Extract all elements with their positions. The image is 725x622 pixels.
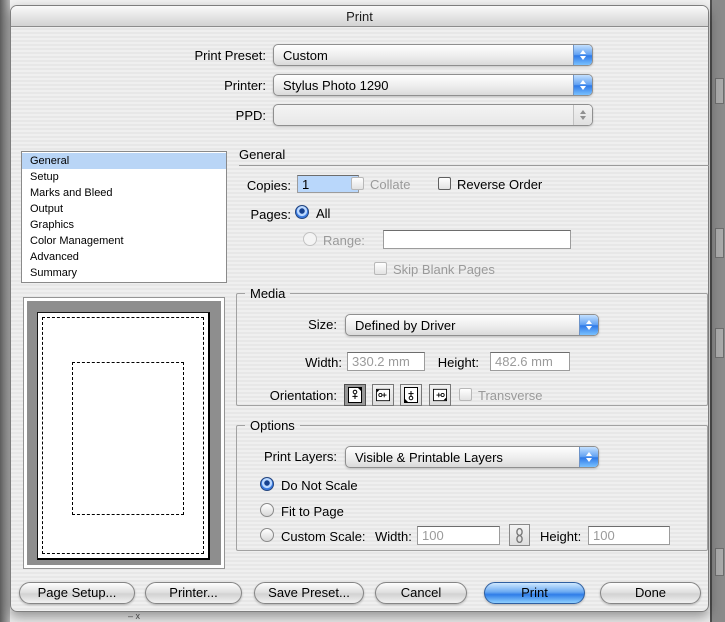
preview-pasteboard — [27, 301, 221, 565]
popup-arrows-icon — [573, 45, 592, 65]
printer-value: Stylus Photo 1290 — [283, 78, 389, 93]
size-popup[interactable]: Defined by Driver — [345, 314, 599, 336]
pages-range-label: Range: — [323, 233, 365, 248]
background-window-left-edge — [0, 0, 10, 622]
custom-scale-radio[interactable] — [260, 528, 274, 542]
orientation-label: Orientation: — [247, 388, 337, 403]
constrain-chain-icon[interactable] — [509, 524, 530, 546]
copies-input[interactable] — [297, 175, 359, 193]
fit-to-page-label: Fit to Page — [281, 504, 344, 519]
background-document-strip — [10, 612, 710, 622]
custom-scale-width-label: Width: — [375, 529, 412, 544]
popup-arrows-icon — [579, 315, 598, 335]
printer-button[interactable]: Printer... — [145, 582, 242, 604]
background-panel-edge — [710, 0, 725, 622]
popup-arrows-icon — [573, 75, 592, 95]
range-input[interactable] — [383, 230, 571, 249]
sidebar-item-color-management[interactable]: Color Management — [22, 233, 226, 249]
done-button[interactable]: Done — [600, 582, 701, 604]
options-group: Options Print Layers: Visible & Printabl… — [236, 418, 708, 551]
popup-arrows-icon — [573, 105, 592, 125]
do-not-scale-label: Do Not Scale — [281, 478, 358, 493]
print-button[interactable]: Print — [484, 582, 585, 604]
background-window-fragment: – x — [128, 611, 140, 621]
background-panel-segment — [715, 328, 724, 358]
background-panel-segment — [715, 548, 724, 576]
custom-scale-height-label: Height: — [540, 529, 581, 544]
custom-scale-height-input[interactable] — [588, 526, 670, 545]
collate-label: Collate — [370, 177, 410, 192]
page-preview — [23, 297, 225, 569]
orientation-portrait-icon[interactable] — [344, 384, 366, 406]
size-value: Defined by Driver — [355, 318, 455, 333]
skip-blank-pages-checkbox — [374, 262, 387, 275]
general-divider — [239, 165, 709, 166]
orientation-landscape-left-icon[interactable] — [372, 384, 394, 406]
reverse-order-label: Reverse Order — [457, 177, 542, 192]
custom-scale-width-input[interactable] — [417, 526, 500, 545]
sidebar-item-advanced[interactable]: Advanced — [22, 249, 226, 265]
dialog-title: Print — [11, 6, 708, 27]
collate-checkbox — [351, 177, 364, 190]
pages-all-radio[interactable] — [295, 205, 309, 219]
background-panel-segment — [715, 78, 724, 104]
size-label: Size: — [247, 317, 337, 332]
print-preset-value: Custom — [283, 48, 328, 63]
transverse-label: Transverse — [478, 388, 543, 403]
fit-to-page-radio[interactable] — [260, 503, 274, 517]
print-preset-label: Print Preset: — [66, 48, 266, 63]
print-preset-popup[interactable]: Custom — [273, 44, 593, 66]
custom-scale-label: Custom Scale: — [281, 529, 366, 544]
print-layers-popup[interactable]: Visible & Printable Layers — [345, 446, 599, 468]
printer-label: Printer: — [66, 78, 266, 93]
media-width-label: Width: — [252, 355, 342, 370]
printer-popup[interactable]: Stylus Photo 1290 — [273, 74, 593, 96]
pages-range-radio[interactable] — [303, 232, 317, 246]
background-panel-segment — [715, 228, 724, 258]
save-preset-button[interactable]: Save Preset... — [254, 582, 364, 604]
print-layers-label: Print Layers: — [247, 449, 337, 464]
popup-arrows-icon — [579, 447, 598, 467]
cancel-button[interactable]: Cancel — [375, 582, 467, 604]
page-setup-button[interactable]: Page Setup... — [19, 582, 135, 604]
media-legend: Media — [245, 286, 290, 301]
print-layers-value: Visible & Printable Layers — [355, 450, 503, 465]
sidebar-item-summary[interactable]: Summary — [22, 265, 226, 281]
reverse-order-checkbox[interactable] — [438, 177, 451, 190]
pages-all-label: All — [316, 206, 330, 221]
media-height-label: Height: — [394, 355, 479, 370]
orientation-landscape-right-icon[interactable] — [429, 384, 451, 406]
media-group: Media Size: Defined by Driver Width: Hei… — [236, 286, 708, 406]
pages-label: Pages: — [191, 207, 291, 222]
preview-document-page — [72, 362, 184, 515]
media-height-input — [490, 352, 570, 371]
print-dialog: Print Print Preset: Custom Printer: Styl… — [10, 5, 709, 612]
do-not-scale-radio[interactable] — [260, 477, 274, 491]
ppd-popup — [273, 104, 593, 126]
transverse-checkbox — [459, 388, 472, 401]
copies-label: Copies: — [191, 178, 291, 193]
preview-paper — [37, 312, 210, 560]
skip-blank-pages-label: Skip Blank Pages — [393, 262, 495, 277]
general-heading: General — [239, 147, 285, 162]
ppd-label: PPD: — [66, 108, 266, 123]
sidebar-item-general[interactable]: General — [22, 153, 226, 169]
orientation-reverse-portrait-icon[interactable] — [400, 384, 422, 406]
options-legend: Options — [245, 418, 300, 433]
